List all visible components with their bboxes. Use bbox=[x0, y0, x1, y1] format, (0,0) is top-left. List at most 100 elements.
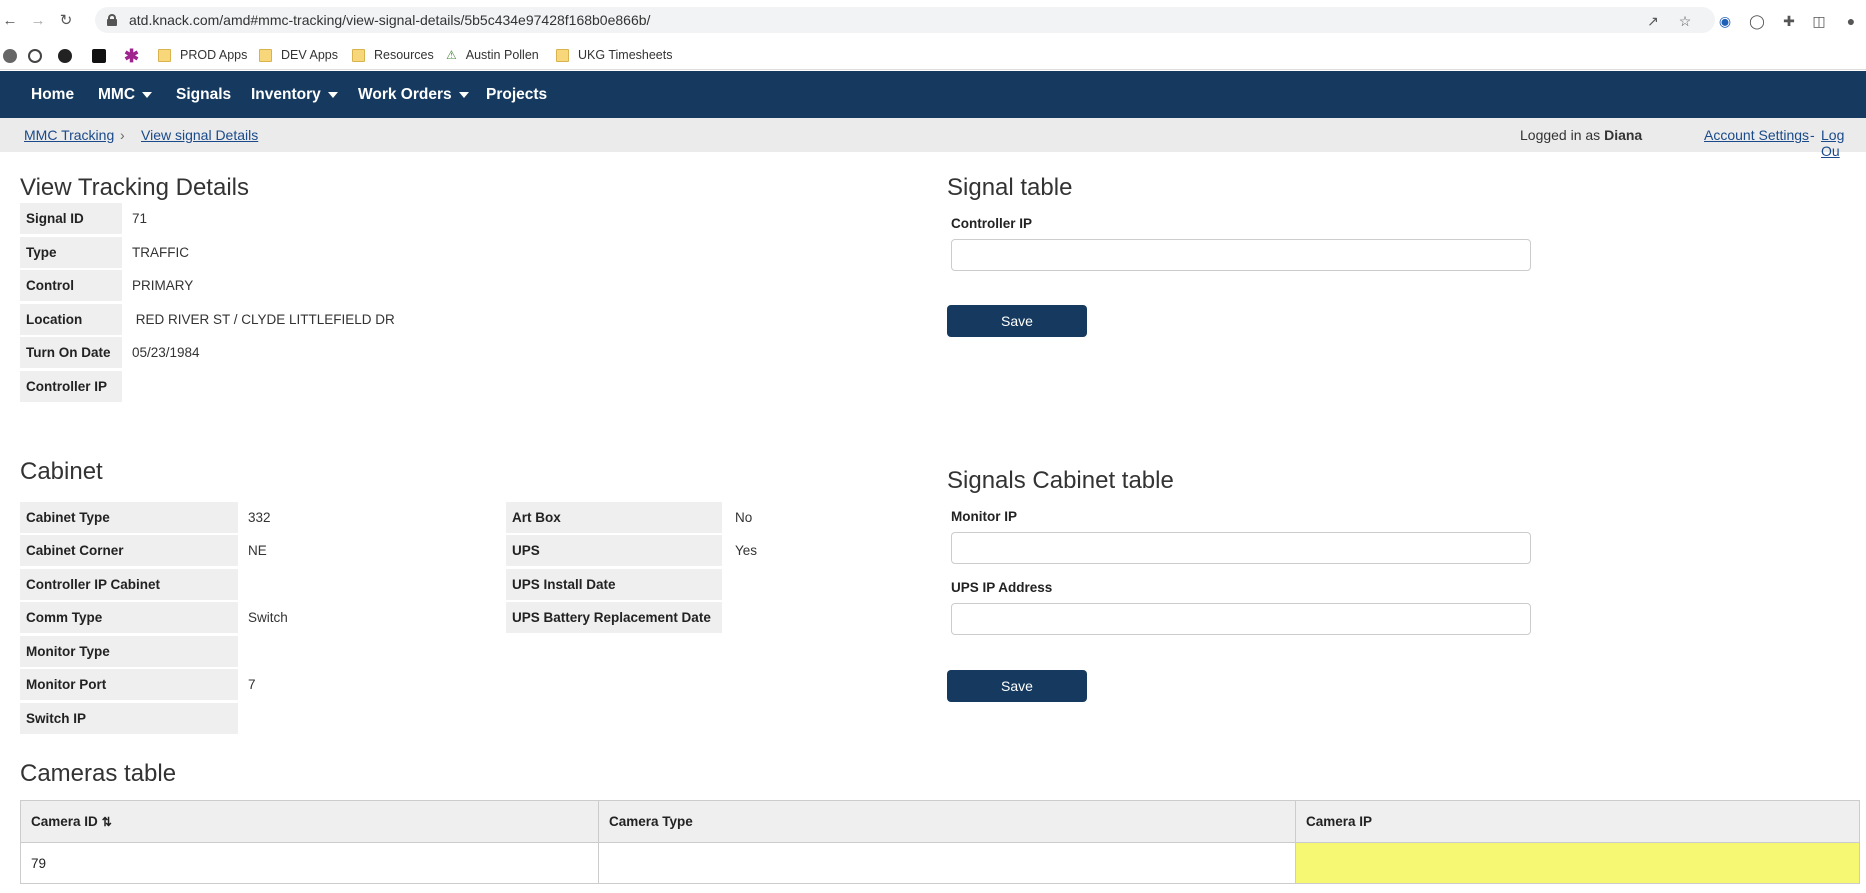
monitor-ip-field-label: Monitor IP bbox=[951, 509, 1017, 524]
nav-projects[interactable]: Projects bbox=[486, 71, 547, 118]
lock-icon bbox=[107, 14, 117, 26]
sort-ascending-icon[interactable]: ⇅ bbox=[102, 815, 112, 829]
cabinet-corner-label: Cabinet Corner bbox=[20, 535, 238, 566]
monitor-ip-input[interactable] bbox=[951, 532, 1531, 564]
puzzle-icon[interactable]: ✚ bbox=[1780, 12, 1798, 30]
caret-down-icon bbox=[458, 91, 469, 98]
folder-icon bbox=[352, 48, 365, 62]
forward-icon[interactable]: → bbox=[30, 12, 46, 29]
caret-down-icon bbox=[327, 91, 338, 98]
folder-icon bbox=[158, 48, 171, 62]
nav-home[interactable]: Home bbox=[31, 71, 74, 118]
clock-icon[interactable] bbox=[28, 49, 42, 63]
bookmark-label: PROD Apps bbox=[180, 48, 248, 62]
globe-icon[interactable] bbox=[3, 49, 17, 63]
cabinet-title: Cabinet bbox=[20, 458, 103, 485]
nav-signals[interactable]: Signals bbox=[176, 71, 231, 118]
bookmark-ukg-timesheets[interactable]: UKG Timesheets bbox=[556, 46, 672, 64]
cabinet-corner-value: NE bbox=[248, 543, 267, 558]
column-camera-type[interactable]: Camera Type bbox=[599, 801, 1296, 842]
bookmark-austin-pollen[interactable]: ⚠ Austin Pollen bbox=[446, 46, 539, 64]
bookmark-label: Austin Pollen bbox=[465, 48, 539, 62]
control-label: Control bbox=[20, 270, 122, 301]
table-header: Camera ID ⇅ Camera Type Camera IP bbox=[21, 801, 1859, 843]
controller-ip-label: Controller IP bbox=[20, 371, 122, 402]
column-label: Camera Type bbox=[609, 814, 693, 829]
cabinet-type-value: 332 bbox=[248, 510, 271, 525]
ups-ip-input[interactable] bbox=[951, 603, 1531, 635]
account-settings-link[interactable]: Account Settings bbox=[1704, 127, 1809, 143]
address-bar[interactable]: atd.knack.com/amd#mmc-tracking/view-sign… bbox=[95, 7, 1715, 33]
back-icon[interactable]: ← bbox=[2, 12, 18, 29]
ups-install-date-label: UPS Install Date bbox=[506, 569, 722, 600]
share-icon[interactable]: ↗ bbox=[1644, 12, 1662, 30]
ups-ip-field-label: UPS IP Address bbox=[951, 580, 1053, 595]
nav-label: Signals bbox=[176, 85, 232, 103]
monitor-type-label: Monitor Type bbox=[20, 636, 238, 667]
bookmark-prod-apps[interactable]: PROD Apps bbox=[158, 46, 247, 64]
image-icon[interactable] bbox=[92, 49, 106, 63]
reload-icon[interactable]: ↻ bbox=[58, 12, 74, 29]
cameras-table: Camera ID ⇅ Camera Type Camera IP 79 bbox=[20, 800, 1860, 884]
logged-in-label: Logged in as bbox=[1520, 127, 1601, 143]
bookmark-label: UKG Timesheets bbox=[578, 48, 673, 62]
extension-icon[interactable]: ◯ bbox=[1748, 12, 1766, 30]
github-icon[interactable] bbox=[58, 49, 72, 63]
password-manager-icon[interactable]: ◉ bbox=[1716, 12, 1734, 30]
breadcrumb-separator: › bbox=[120, 127, 125, 143]
location-label: Location bbox=[20, 304, 122, 335]
signal-id-label: Signal ID bbox=[20, 203, 122, 234]
breadcrumb-mmc-tracking[interactable]: MMC Tracking bbox=[24, 127, 114, 143]
cell-camera-ip[interactable] bbox=[1296, 843, 1859, 883]
nav-inventory[interactable]: Inventory bbox=[251, 71, 338, 118]
breadcrumb-view-signal-details[interactable]: View signal Details bbox=[141, 127, 258, 143]
nav-mmc[interactable]: MMC bbox=[98, 71, 153, 118]
monitor-port-value: 7 bbox=[248, 677, 256, 692]
profile-icon[interactable]: ● bbox=[1842, 12, 1860, 30]
turn-on-date-label: Turn On Date bbox=[20, 337, 122, 368]
bookmarks-bar: ✱ PROD Apps DEV Apps Resources ⚠ Austin P… bbox=[0, 40, 1866, 70]
signal-id-value: 71 bbox=[132, 211, 148, 226]
cell-camera-type bbox=[599, 843, 1296, 883]
user-name: Diana bbox=[1604, 127, 1643, 143]
browser-toolbar: ← → ↻ atd.knack.com/amd#mmc-tracking/vie… bbox=[0, 0, 1866, 40]
column-label: Camera ID bbox=[31, 814, 98, 829]
table-row: 79 bbox=[21, 843, 1859, 883]
cabinet-table-title: Signals Cabinet table bbox=[947, 467, 1174, 494]
folder-icon bbox=[259, 48, 272, 62]
cell-camera-id: 79 bbox=[21, 843, 599, 883]
column-camera-id[interactable]: Camera ID ⇅ bbox=[21, 801, 599, 842]
column-camera-ip[interactable]: Camera IP bbox=[1296, 801, 1859, 842]
nav-work-orders[interactable]: Work Orders bbox=[358, 71, 469, 118]
nav-label: MMC bbox=[98, 85, 136, 103]
art-box-label: Art Box bbox=[506, 502, 722, 533]
signal-save-button[interactable]: Save bbox=[947, 305, 1087, 337]
asterisk-icon[interactable]: ✱ bbox=[124, 46, 139, 66]
folder-icon bbox=[556, 48, 569, 62]
link-separator: - bbox=[1810, 127, 1815, 143]
cabinet-type-label: Cabinet Type bbox=[20, 502, 238, 533]
signal-table-title: Signal table bbox=[947, 174, 1073, 201]
ups-value: Yes bbox=[735, 543, 758, 558]
control-value: PRIMARY bbox=[132, 278, 194, 293]
bookmark-label: DEV Apps bbox=[281, 48, 338, 62]
sidebar-icon[interactable]: ◫ bbox=[1810, 12, 1828, 30]
nav-label: Projects bbox=[486, 85, 548, 103]
comm-type-label: Comm Type bbox=[20, 602, 238, 633]
bookmark-star-icon[interactable]: ☆ bbox=[1676, 12, 1694, 30]
monitor-port-label: Monitor Port bbox=[20, 669, 238, 700]
breadcrumb: MMC Tracking › View signal Details Logge… bbox=[0, 118, 1866, 159]
type-label: Type bbox=[20, 237, 122, 268]
switch-ip-label: Switch IP bbox=[20, 703, 238, 734]
nav-label: Work Orders bbox=[358, 85, 452, 103]
bookmark-dev-apps[interactable]: DEV Apps bbox=[259, 46, 338, 64]
turn-on-date-value: 05/23/1984 bbox=[132, 345, 200, 360]
comm-type-value: Switch bbox=[248, 610, 288, 625]
controller-ip-input[interactable] bbox=[951, 239, 1531, 271]
ups-label: UPS bbox=[506, 535, 722, 566]
tracking-title: View Tracking Details bbox=[20, 174, 249, 201]
logout-link[interactable]: Log Ou bbox=[1821, 127, 1866, 159]
art-box-value: No bbox=[735, 510, 753, 525]
bookmark-resources[interactable]: Resources bbox=[352, 46, 434, 64]
cabinet-save-button[interactable]: Save bbox=[947, 670, 1087, 702]
